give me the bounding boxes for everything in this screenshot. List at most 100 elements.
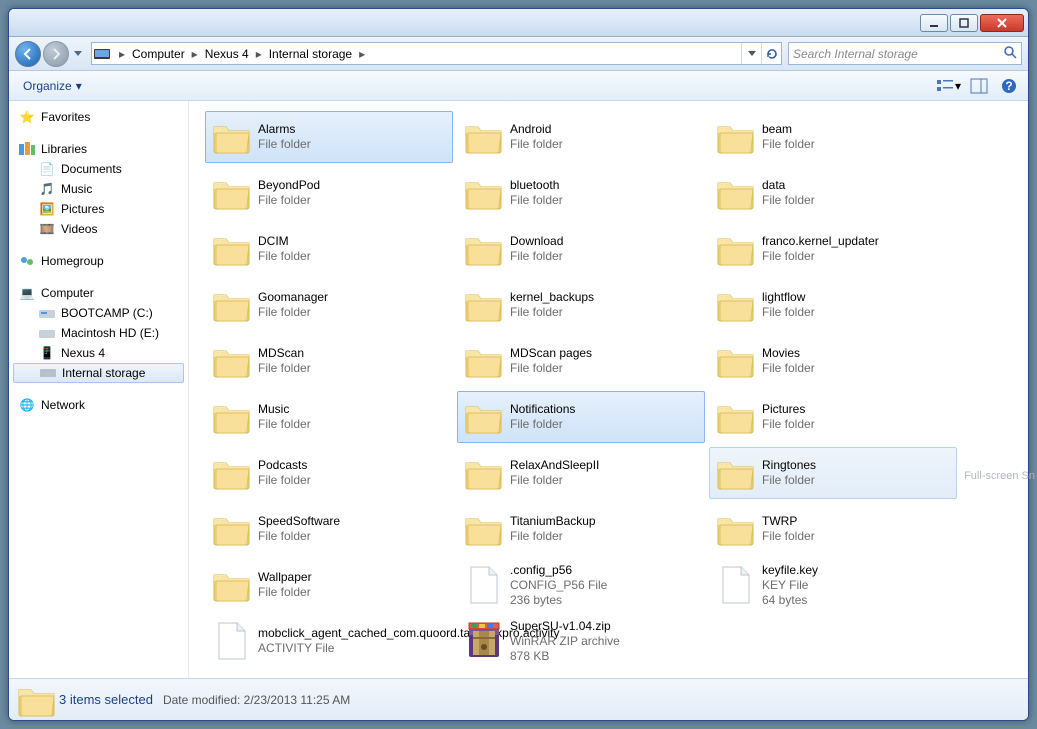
item-type: File folder xyxy=(258,193,320,208)
item-extra: 64 bytes xyxy=(762,593,818,608)
file-item[interactable]: kernel_backupsFile folder xyxy=(457,279,705,331)
history-dropdown[interactable] xyxy=(71,42,85,66)
folder-icon xyxy=(462,283,506,327)
file-item[interactable]: .config_p56CONFIG_P56 File236 bytes xyxy=(457,559,705,611)
breadcrumb-segment[interactable]: Computer xyxy=(128,43,189,64)
tree-network[interactable]: 🌐Network xyxy=(9,395,188,415)
file-item[interactable]: lightflowFile folder xyxy=(709,279,957,331)
folder-icon xyxy=(462,507,506,551)
navigation-pane[interactable]: ⭐Favorites Libraries 📄Documents 🎵Music 🖼… xyxy=(9,101,189,678)
file-item[interactable]: NotificationsFile folder xyxy=(457,391,705,443)
tree-documents[interactable]: 📄Documents xyxy=(9,159,188,179)
chevron-right-icon[interactable]: ▸ xyxy=(189,47,201,61)
item-type: File folder xyxy=(762,473,816,488)
item-name: SuperSU-v1.04.zip xyxy=(510,619,620,634)
file-item[interactable]: RingtonesFile folder xyxy=(709,447,957,499)
file-item[interactable]: WallpaperFile folder xyxy=(205,559,453,611)
status-title: 3 items selected xyxy=(59,692,153,707)
preview-pane-button[interactable] xyxy=(968,75,990,97)
file-item[interactable]: beamFile folder xyxy=(709,111,957,163)
tree-videos[interactable]: 🎞️Videos xyxy=(9,219,188,239)
chevron-right-icon[interactable]: ▸ xyxy=(116,47,128,61)
file-item[interactable]: PodcastsFile folder xyxy=(205,447,453,499)
file-item[interactable]: TWRPFile folder xyxy=(709,503,957,555)
chevron-down-icon: ▾ xyxy=(955,79,961,93)
folder-icon xyxy=(462,227,506,271)
file-item[interactable]: dataFile folder xyxy=(709,167,957,219)
item-type: KEY File xyxy=(762,578,818,593)
item-name: RelaxAndSleepII xyxy=(510,458,599,473)
libraries-icon xyxy=(19,141,35,157)
tree-nexus4[interactable]: 📱Nexus 4 xyxy=(9,343,188,363)
file-item[interactable]: MusicFile folder xyxy=(205,391,453,443)
file-item[interactable]: PicturesFile folder xyxy=(709,391,957,443)
back-button[interactable] xyxy=(15,41,41,67)
file-item[interactable]: mobclick_agent_cached_com.quoord.tapatal… xyxy=(205,615,453,667)
tree-homegroup[interactable]: Homegroup xyxy=(9,251,188,271)
videos-icon: 🎞️ xyxy=(39,221,55,237)
close-button[interactable] xyxy=(980,14,1024,32)
item-type: File folder xyxy=(258,361,311,376)
file-item[interactable]: SpeedSoftwareFile folder xyxy=(205,503,453,555)
breadcrumb-segment[interactable]: Nexus 4 xyxy=(201,43,253,64)
folder-icon xyxy=(210,507,254,551)
document-icon: 📄 xyxy=(39,161,55,177)
file-item[interactable]: BeyondPodFile folder xyxy=(205,167,453,219)
file-item[interactable]: RelaxAndSleepIIFile folder xyxy=(457,447,705,499)
file-item[interactable]: MoviesFile folder xyxy=(709,335,957,387)
chevron-right-icon[interactable]: ▸ xyxy=(253,47,265,61)
chevron-right-icon[interactable]: ▸ xyxy=(356,47,368,61)
folder-icon xyxy=(462,395,506,439)
help-button[interactable]: ? xyxy=(998,75,1020,97)
item-type: File folder xyxy=(762,417,815,432)
file-item[interactable]: TitaniumBackupFile folder xyxy=(457,503,705,555)
forward-button[interactable] xyxy=(43,41,69,67)
command-bar: Organize ▾ ▾ ? xyxy=(9,71,1028,101)
file-item[interactable]: DownloadFile folder xyxy=(457,223,705,275)
item-type: CONFIG_P56 File xyxy=(510,578,607,593)
file-item[interactable]: MDScanFile folder xyxy=(205,335,453,387)
minimize-button[interactable] xyxy=(920,14,948,32)
address-bar[interactable]: ▸ Computer ▸ Nexus 4 ▸ Internal storage … xyxy=(91,42,782,65)
tree-libraries[interactable]: Libraries xyxy=(9,139,188,159)
folder-icon xyxy=(714,171,758,215)
breadcrumb-segment[interactable]: Internal storage xyxy=(265,43,356,64)
tree-drive-e[interactable]: Macintosh HD (E:) xyxy=(9,323,188,343)
snipping-overlay-text: Full-screen Sn xyxy=(964,470,1035,482)
file-item[interactable]: AlarmsFile folder xyxy=(205,111,453,163)
tree-favorites[interactable]: ⭐Favorites xyxy=(9,107,188,127)
item-name: SpeedSoftware xyxy=(258,514,340,529)
tree-internal-storage[interactable]: Internal storage xyxy=(13,363,184,383)
content-pane[interactable]: AlarmsFile folderAndroidFile folderbeamF… xyxy=(189,101,1028,678)
search-input[interactable]: Search Internal storage xyxy=(788,42,1022,65)
file-item[interactable]: SuperSU-v1.04.zipWinRAR ZIP archive878 K… xyxy=(457,615,705,667)
item-name: Music xyxy=(258,402,311,417)
item-type: File folder xyxy=(762,193,815,208)
organize-button[interactable]: Organize ▾ xyxy=(17,77,88,95)
file-item[interactable]: MDScan pagesFile folder xyxy=(457,335,705,387)
item-name: bluetooth xyxy=(510,178,563,193)
chevron-down-icon: ▾ xyxy=(76,79,82,93)
file-item[interactable]: AndroidFile folder xyxy=(457,111,705,163)
tree-drive-c[interactable]: BOOTCAMP (C:) xyxy=(9,303,188,323)
folder-icon xyxy=(210,283,254,327)
tree-computer[interactable]: 💻Computer xyxy=(9,283,188,303)
svg-text:?: ? xyxy=(1005,79,1012,93)
file-item[interactable]: franco.kernel_updaterFile folder xyxy=(709,223,957,275)
refresh-button[interactable] xyxy=(761,43,781,64)
view-options-button[interactable]: ▾ xyxy=(938,75,960,97)
tree-music[interactable]: 🎵Music xyxy=(9,179,188,199)
address-dropdown[interactable] xyxy=(741,43,761,64)
item-type: File folder xyxy=(762,137,815,152)
pictures-icon: 🖼️ xyxy=(39,201,55,217)
item-grid: AlarmsFile folderAndroidFile folderbeamF… xyxy=(205,111,1018,667)
file-item[interactable]: keyfile.keyKEY File64 bytes xyxy=(709,559,957,611)
item-type: File folder xyxy=(258,305,328,320)
file-item[interactable]: DCIMFile folder xyxy=(205,223,453,275)
item-name: lightflow xyxy=(762,290,815,305)
maximize-button[interactable] xyxy=(950,14,978,32)
file-item[interactable]: bluetoothFile folder xyxy=(457,167,705,219)
file-item[interactable]: GoomanagerFile folder xyxy=(205,279,453,331)
tree-pictures[interactable]: 🖼️Pictures xyxy=(9,199,188,219)
device-icon xyxy=(94,46,110,62)
